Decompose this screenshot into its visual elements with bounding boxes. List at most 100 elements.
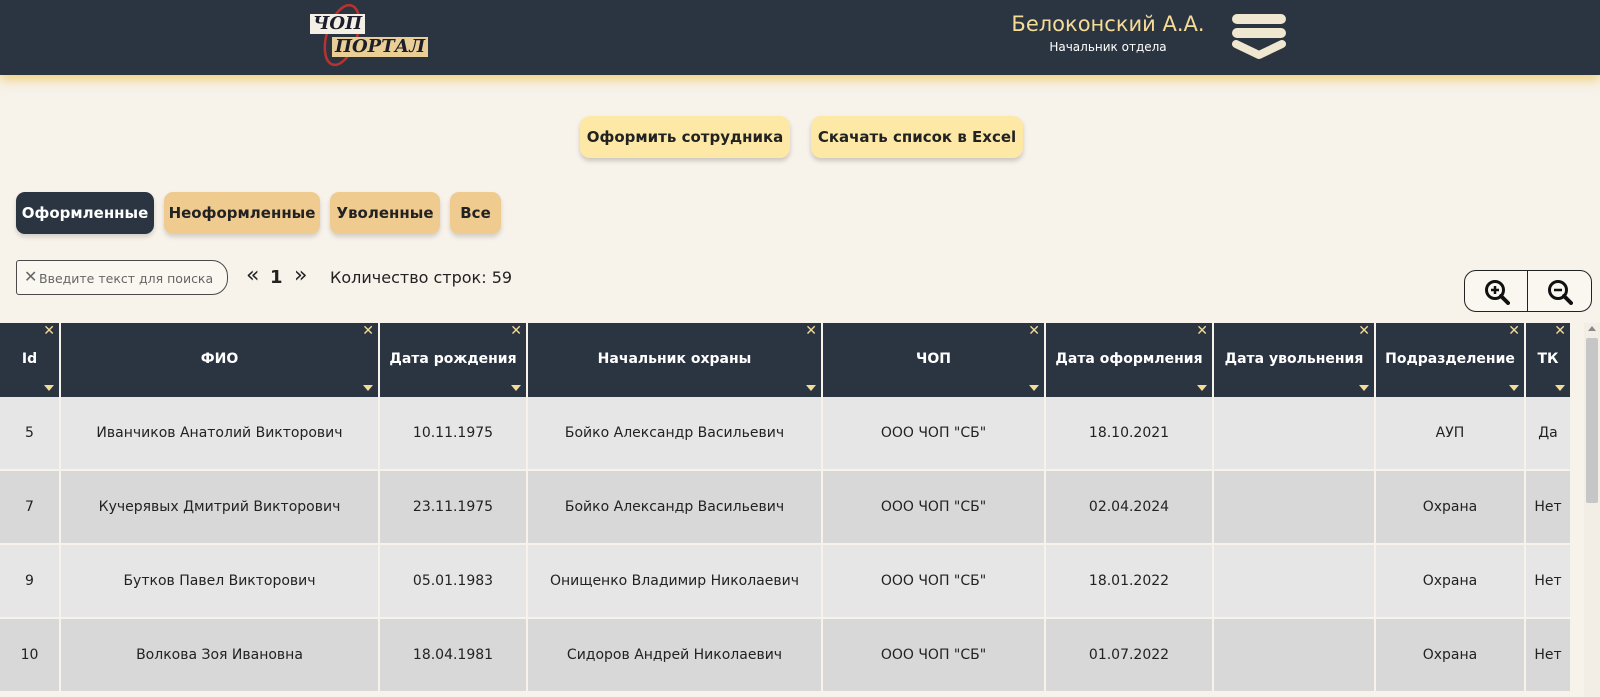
column-label: Дата рождения <box>389 351 517 367</box>
close-icon[interactable]: ✕ <box>805 324 817 338</box>
cell-id: 7 <box>0 471 61 545</box>
cell-fio: Бутков Павел Викторович <box>61 545 380 619</box>
column-label: ЧОП <box>916 351 951 367</box>
current-page[interactable]: 1 <box>270 266 283 290</box>
cell-division: Охрана <box>1376 471 1526 545</box>
sort-icon[interactable] <box>1029 385 1039 391</box>
scrollbar-thumb[interactable] <box>1586 338 1598 503</box>
column-header-tk[interactable]: ТК ✕ <box>1526 323 1572 397</box>
menu-button[interactable] <box>1232 14 1286 60</box>
cell-id: 10 <box>0 619 61 693</box>
cell-division: Охрана <box>1376 619 1526 693</box>
logo-text-top: ЧОП <box>310 14 366 34</box>
column-label: ФИО <box>200 351 239 367</box>
prev-page-icon[interactable]: « <box>246 264 259 288</box>
cell-security-chief: Онищенко Владимир Николаевич <box>528 545 823 619</box>
sort-icon[interactable] <box>806 385 816 391</box>
menu-bar-middle <box>1232 28 1286 38</box>
cell-chop: ООО ЧОП "СБ" <box>823 471 1046 545</box>
sort-icon[interactable] <box>1197 385 1207 391</box>
column-label: Id <box>21 351 38 367</box>
tab-all[interactable]: Все <box>450 192 501 234</box>
cell-security-chief: Бойко Александр Васильевич <box>528 471 823 545</box>
zoom-controls <box>1464 270 1592 312</box>
cell-birthdate: 18.04.1981 <box>380 619 528 693</box>
zoom-in-icon <box>1485 280 1510 305</box>
cell-hire-date: 02.04.2024 <box>1046 471 1214 545</box>
search-input[interactable] <box>39 268 219 288</box>
user-info: Белоконский А.А. Начальник отдела <box>1008 10 1208 56</box>
cell-division: АУП <box>1376 397 1526 471</box>
column-label: Подразделение <box>1385 351 1515 367</box>
column-header-fire-date[interactable]: Дата увольнения ✕ <box>1214 323 1376 397</box>
table-row[interactable]: 7 Кучерявых Дмитрий Викторович 23.11.197… <box>0 471 1572 545</box>
cell-security-chief: Сидоров Андрей Николаевич <box>528 619 823 693</box>
close-icon[interactable]: ✕ <box>1196 324 1208 338</box>
logo-text-bottom: ПОРТАЛ <box>332 37 429 57</box>
chevron-down-icon <box>1232 40 1286 59</box>
zoom-out-icon <box>1548 280 1573 305</box>
rows-count: Количество строк: 59 <box>330 268 513 287</box>
cell-division: Охрана <box>1376 545 1526 619</box>
cell-hire-date: 18.01.2022 <box>1046 545 1214 619</box>
sort-icon[interactable] <box>1359 385 1369 391</box>
close-icon[interactable]: ✕ <box>1358 324 1370 338</box>
tab-registered[interactable]: Оформленные <box>16 192 154 234</box>
column-header-division[interactable]: Подразделение ✕ <box>1376 323 1526 397</box>
tab-unregistered[interactable]: Неоформленные <box>164 192 320 234</box>
cell-tk: Нет <box>1526 619 1572 693</box>
cell-tk: Нет <box>1526 545 1572 619</box>
column-header-birthdate[interactable]: Дата рождения ✕ <box>380 323 528 397</box>
cell-id: 9 <box>0 545 61 619</box>
table-row[interactable]: 10 Волкова Зоя Ивановна 18.04.1981 Сидор… <box>0 619 1572 693</box>
scroll-up-icon[interactable] <box>1588 326 1596 331</box>
logo-ellipse-icon <box>323 3 361 67</box>
zoom-in-button[interactable] <box>1465 271 1528 311</box>
cell-chop: ООО ЧОП "СБ" <box>823 397 1046 471</box>
cell-chop: ООО ЧОП "СБ" <box>823 619 1046 693</box>
close-icon[interactable]: ✕ <box>362 324 374 338</box>
sort-icon[interactable] <box>363 385 373 391</box>
close-icon[interactable]: ✕ <box>1554 324 1566 338</box>
column-label: ТК <box>1537 351 1559 367</box>
cell-chop: ООО ЧОП "СБ" <box>823 545 1046 619</box>
clear-search-icon[interactable]: ✕ <box>24 268 37 286</box>
menu-bar-top <box>1232 14 1286 24</box>
logo[interactable]: ЧОП ПОРТАЛ <box>310 2 429 68</box>
close-icon[interactable]: ✕ <box>510 324 522 338</box>
cell-fire-date <box>1214 545 1376 619</box>
cell-tk: Да <box>1526 397 1572 471</box>
cell-tk: Нет <box>1526 471 1572 545</box>
column-header-id[interactable]: Id ✕ <box>0 323 61 397</box>
cell-birthdate: 23.11.1975 <box>380 471 528 545</box>
sort-icon[interactable] <box>1555 385 1565 391</box>
cell-fire-date <box>1214 619 1376 693</box>
column-header-chop[interactable]: ЧОП ✕ <box>823 323 1046 397</box>
next-page-icon[interactable]: » <box>294 264 307 288</box>
cell-hire-date: 01.07.2022 <box>1046 619 1214 693</box>
column-label: Дата увольнения <box>1224 351 1364 367</box>
close-icon[interactable]: ✕ <box>43 324 55 338</box>
cell-fio: Волкова Зоя Ивановна <box>61 619 380 693</box>
column-header-security-chief[interactable]: Начальник охраны ✕ <box>528 323 823 397</box>
column-label: Дата оформления <box>1055 351 1203 367</box>
sort-icon[interactable] <box>511 385 521 391</box>
column-header-fio[interactable]: ФИО ✕ <box>61 323 380 397</box>
close-icon[interactable]: ✕ <box>1508 324 1520 338</box>
sort-icon[interactable] <box>44 385 54 391</box>
register-employee-button[interactable]: Оформить сотрудника <box>580 116 790 158</box>
cell-fio: Иванчиков Анатолий Викторович <box>61 397 380 471</box>
cell-security-chief: Бойко Александр Васильевич <box>528 397 823 471</box>
table-row[interactable]: 5 Иванчиков Анатолий Викторович 10.11.19… <box>0 397 1572 471</box>
user-role: Начальник отдела <box>1049 40 1167 54</box>
column-label: Начальник охраны <box>597 351 752 367</box>
sort-icon[interactable] <box>1509 385 1519 391</box>
cell-fio: Кучерявых Дмитрий Викторович <box>61 471 380 545</box>
zoom-out-button[interactable] <box>1528 271 1591 311</box>
column-header-hire-date[interactable]: Дата оформления ✕ <box>1046 323 1214 397</box>
search-box: ✕ <box>16 260 228 295</box>
close-icon[interactable]: ✕ <box>1028 324 1040 338</box>
table-row[interactable]: 9 Бутков Павел Викторович 05.01.1983 Они… <box>0 545 1572 619</box>
download-excel-button[interactable]: Скачать список в Excel <box>811 116 1023 158</box>
tab-fired[interactable]: Уволенные <box>330 192 440 234</box>
